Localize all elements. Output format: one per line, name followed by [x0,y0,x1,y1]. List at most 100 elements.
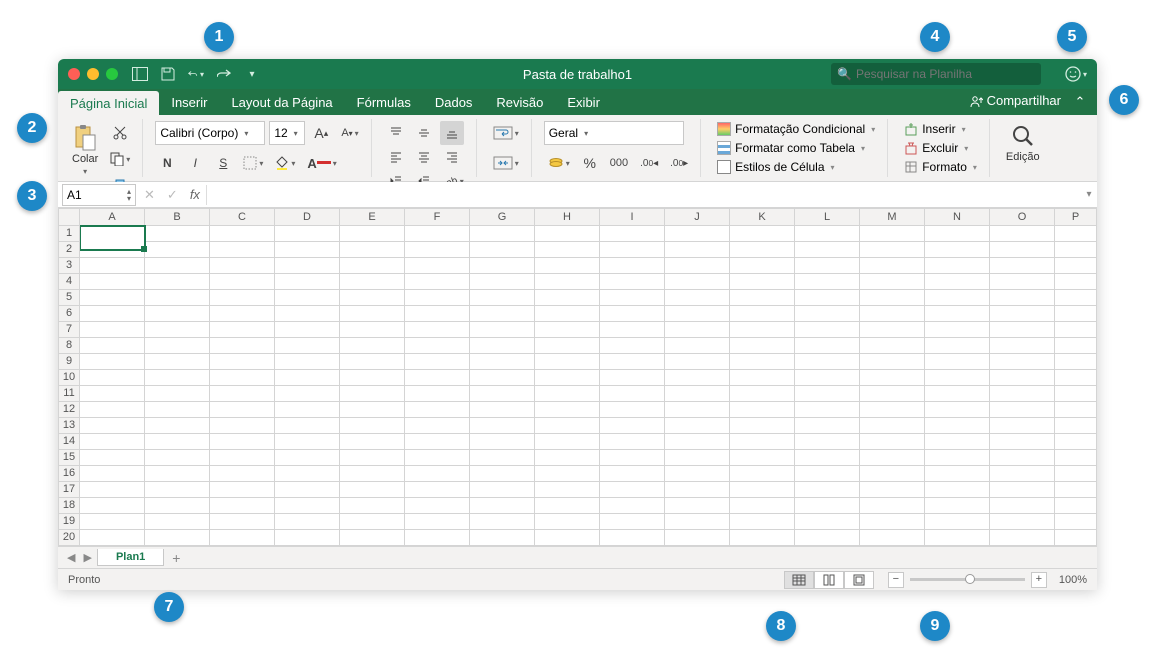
cell[interactable] [275,290,340,306]
tab-formulas[interactable]: Fórmulas [345,89,423,115]
column-header[interactable]: O [990,208,1055,226]
cell[interactable] [665,466,730,482]
merge-button[interactable] [489,151,523,175]
decrease-font-button[interactable]: A▾ [337,121,362,145]
cell[interactable] [860,418,925,434]
cell[interactable] [730,434,795,450]
cell[interactable] [80,450,145,466]
cell[interactable] [990,274,1055,290]
cell[interactable] [535,450,600,466]
cell[interactable] [990,386,1055,402]
cell[interactable] [470,402,535,418]
cell[interactable] [665,530,730,546]
find-select-button[interactable]: Edição [1002,121,1044,165]
cell[interactable] [470,450,535,466]
cell[interactable] [730,258,795,274]
cell[interactable] [340,274,405,290]
cell[interactable] [340,242,405,258]
cell[interactable] [795,226,860,242]
align-center-button[interactable] [412,145,436,169]
cell[interactable] [80,514,145,530]
view-page-layout-button[interactable] [814,571,844,589]
view-page-break-button[interactable] [844,571,874,589]
cell[interactable] [990,450,1055,466]
cell-styles-button[interactable]: Estilos de Célula▾ [713,159,879,175]
cell[interactable] [405,466,470,482]
cell[interactable] [795,306,860,322]
row-header[interactable]: 9 [58,354,80,370]
cell[interactable] [80,386,145,402]
row-header[interactable]: 6 [58,306,80,322]
cell[interactable] [730,466,795,482]
cell[interactable] [145,274,210,290]
cell[interactable] [990,434,1055,450]
cell[interactable] [145,466,210,482]
cell[interactable] [665,322,730,338]
cell[interactable] [860,226,925,242]
cell[interactable] [405,290,470,306]
cell[interactable] [470,242,535,258]
cell[interactable] [1055,418,1097,434]
cell[interactable] [665,498,730,514]
cell[interactable] [925,242,990,258]
cell[interactable] [860,466,925,482]
cell[interactable] [535,322,600,338]
cell[interactable] [275,322,340,338]
column-header[interactable]: I [600,208,665,226]
sheet-tab[interactable]: Plan1 [97,549,164,566]
cell[interactable] [535,498,600,514]
cell[interactable] [860,450,925,466]
cell[interactable] [535,418,600,434]
cell[interactable] [80,434,145,450]
cell[interactable] [1055,402,1097,418]
cell[interactable] [860,434,925,450]
add-sheet-button[interactable]: + [166,550,186,566]
cell[interactable] [860,242,925,258]
cell[interactable] [990,290,1055,306]
feedback-button[interactable]: ▾ [1065,66,1087,82]
cell[interactable] [535,354,600,370]
cell[interactable] [925,482,990,498]
cell[interactable] [925,354,990,370]
cell[interactable] [340,354,405,370]
cell[interactable] [275,386,340,402]
cell[interactable] [405,338,470,354]
search-input[interactable] [856,67,1035,81]
cell[interactable] [665,290,730,306]
cell[interactable] [730,242,795,258]
cell[interactable] [275,482,340,498]
align-left-button[interactable] [384,145,408,169]
cell[interactable] [80,306,145,322]
cell[interactable] [665,434,730,450]
cell[interactable] [340,258,405,274]
cell[interactable] [860,514,925,530]
cell[interactable] [665,258,730,274]
cell[interactable] [80,402,145,418]
cell[interactable] [145,242,210,258]
cell[interactable] [1055,466,1097,482]
cell[interactable] [860,530,925,546]
cell[interactable] [80,418,145,434]
row-header[interactable]: 10 [58,370,80,386]
zoom-in-button[interactable]: + [1031,572,1047,588]
cell[interactable] [600,466,665,482]
cell[interactable] [405,322,470,338]
cell[interactable] [145,418,210,434]
cell[interactable] [145,226,210,242]
cell[interactable] [340,514,405,530]
column-header[interactable]: L [795,208,860,226]
cell[interactable] [730,370,795,386]
cell[interactable] [405,258,470,274]
align-right-button[interactable] [440,145,464,169]
row-header[interactable]: 19 [58,514,80,530]
cell[interactable] [990,306,1055,322]
cell[interactable] [405,370,470,386]
cell[interactable] [600,226,665,242]
cell[interactable] [340,306,405,322]
cell[interactable] [730,274,795,290]
cell[interactable] [925,370,990,386]
cell[interactable] [535,242,600,258]
column-header[interactable]: F [405,208,470,226]
cell[interactable] [210,354,275,370]
row-header[interactable]: 11 [58,386,80,402]
